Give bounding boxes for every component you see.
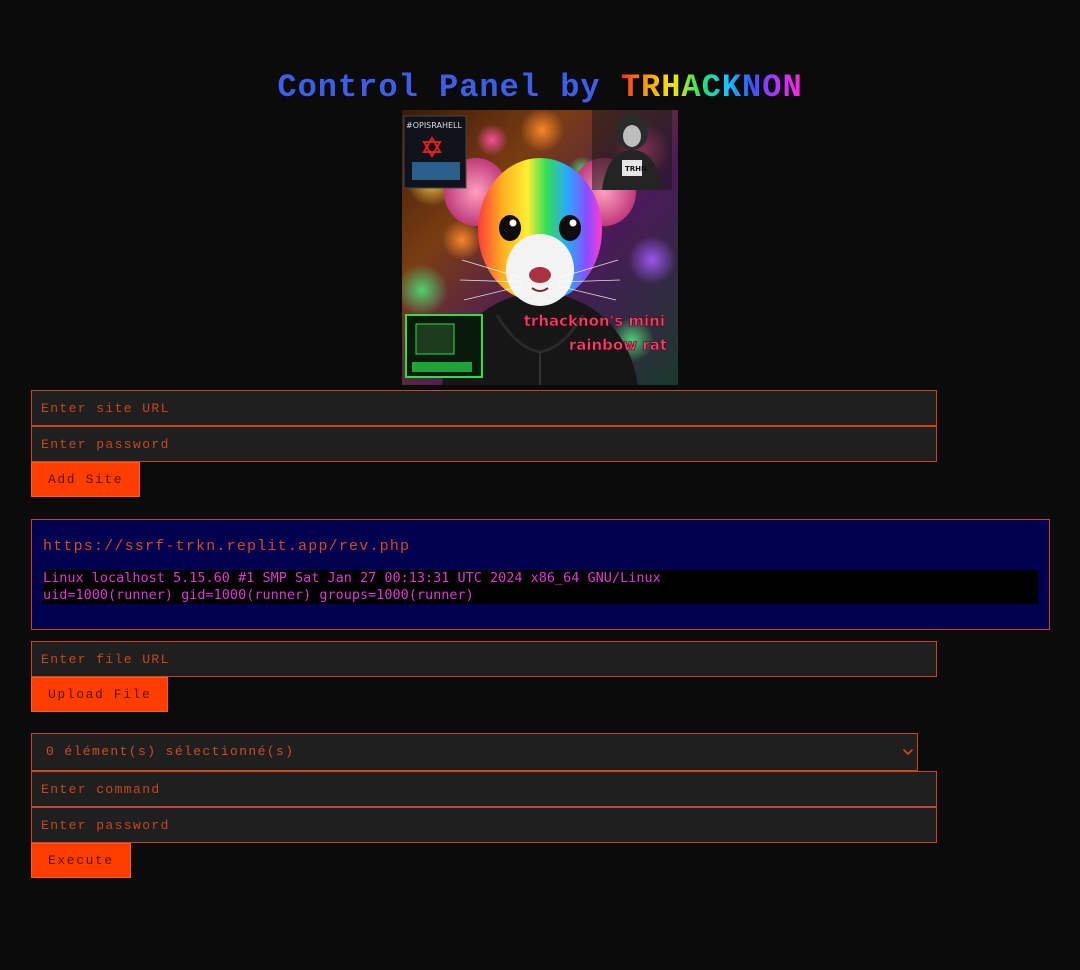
execute-button[interactable]: Execute [31,843,131,878]
hero-caption-line1: trhacknon's mini [524,312,665,330]
page-title-prefix: Control Panel by [277,69,621,107]
add-site-button[interactable]: Add Site [31,462,141,497]
site-result-panel: https://ssrf-trkn.replit.app/rev.php Lin… [31,519,1050,630]
result-output-line2: uid=1000(runner) gid=1000(runner) groups… [43,587,474,603]
result-command-output: Linux localhost 5.15.60 #1 SMP Sat Jan 2… [43,570,1038,604]
site-multiselect[interactable]: 0 élément(s) sélectionné(s) [31,733,918,771]
command-input[interactable] [31,771,937,807]
hero-badge-text: TRHN [625,165,647,173]
chevron-down-icon [901,745,915,764]
file-url-input[interactable] [31,641,937,677]
site-multiselect-value: 0 élément(s) sélectionné(s) [46,744,295,759]
site-url-input[interactable] [31,390,937,426]
hero-sticker-text: #OPISRAHELL [406,121,462,130]
upload-file-button[interactable]: Upload File [31,677,169,712]
hero-image: #OPISRAHELL TRHN trhacknon's mini rainbo… [402,110,678,385]
hero-caption-line2: rainbow rat [569,336,667,354]
command-password-input[interactable] [31,807,937,843]
result-site-url[interactable]: https://ssrf-trkn.replit.app/rev.php [43,538,410,555]
result-output-line1: Linux localhost 5.15.60 #1 SMP Sat Jan 2… [43,570,661,586]
page-title-brand: TRHACKNON [620,69,803,107]
site-password-input[interactable] [31,426,937,462]
page-title: Control Panel by TRHACKNON [0,69,1080,106]
